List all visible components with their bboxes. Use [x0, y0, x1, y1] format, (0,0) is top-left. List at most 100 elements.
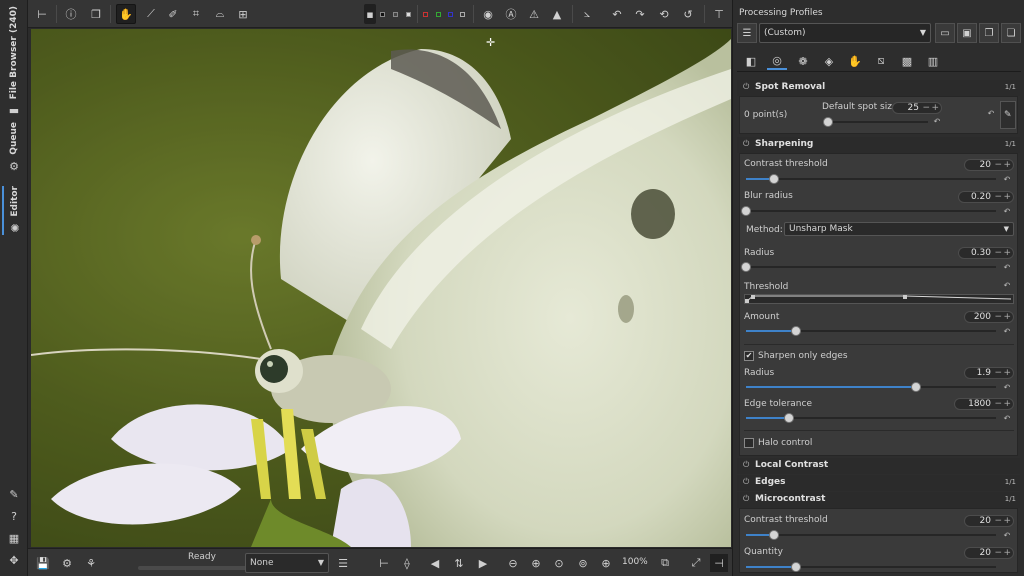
- edit-spots-button[interactable]: ✎: [1000, 101, 1016, 129]
- hand-icon[interactable]: ✋: [116, 4, 136, 24]
- tab-editor[interactable]: Editor ✺: [2, 186, 26, 235]
- power-icon[interactable]: ⏻: [743, 139, 749, 149]
- swatch-luminance[interactable]: [460, 12, 465, 17]
- plus-icon[interactable]: +: [1003, 160, 1011, 170]
- crop-icon[interactable]: ⌗: [186, 4, 206, 24]
- copy-profile-icon[interactable]: ⊢: [375, 554, 393, 572]
- advanced-tab-icon[interactable]: ◈: [819, 52, 839, 70]
- tools-scroll-area[interactable]: ⏻ Spot Removal 1/1 0 point(s) Default sp…: [737, 78, 1020, 573]
- reset-icon[interactable]: ↶: [1002, 383, 1012, 393]
- plus-icon[interactable]: +: [1003, 248, 1011, 258]
- power-icon[interactable]: ⏻: [743, 477, 749, 487]
- white-balance-picker-icon[interactable]: ⟋: [141, 4, 161, 24]
- profile-select[interactable]: (Custom) ▼: [759, 23, 931, 43]
- perspective-icon[interactable]: ⊞: [233, 4, 253, 24]
- info-icon[interactable]: ⓘ: [61, 4, 81, 24]
- minus-icon[interactable]: −: [994, 248, 1002, 258]
- reset-icon[interactable]: ↶: [1002, 531, 1012, 541]
- slider-thumb[interactable]: [911, 382, 921, 392]
- plus-icon[interactable]: +: [1003, 312, 1011, 322]
- minus-icon[interactable]: −: [994, 548, 1002, 558]
- detail-tab-icon[interactable]: ◎: [767, 52, 787, 70]
- zoom-out-icon[interactable]: ⊖: [504, 554, 522, 572]
- microcontrast-header[interactable]: ⏻ Microcontrast 1/1: [737, 492, 1020, 508]
- sync-arrows-icon[interactable]: ⇅: [450, 554, 468, 572]
- swatch-black[interactable]: [380, 12, 385, 17]
- hide-panel-icon[interactable]: ⊢: [32, 4, 52, 24]
- threshold-curve[interactable]: [744, 294, 1014, 304]
- minus-icon[interactable]: −: [922, 103, 930, 113]
- save-profile-icon[interactable]: ▣: [957, 23, 977, 43]
- swatch-dark[interactable]: [393, 12, 398, 17]
- slider-thumb[interactable]: [783, 413, 794, 423]
- color-picker-icon[interactable]: ✐: [163, 4, 183, 24]
- flip-icon[interactable]: ⟲: [654, 4, 674, 24]
- minus-icon[interactable]: −: [994, 516, 1002, 526]
- paste-profile-button-icon[interactable]: ❏: [1001, 23, 1021, 43]
- transform-tab-icon[interactable]: ✋: [845, 52, 865, 70]
- contrast-threshold-stepper[interactable]: 20 − +: [964, 159, 1014, 171]
- swatch-blue[interactable]: [448, 12, 453, 17]
- spot-size-stepper[interactable]: 25 − +: [892, 102, 942, 114]
- slider-thumb[interactable]: [741, 206, 751, 216]
- slider-thumb[interactable]: [741, 262, 751, 272]
- undo-icon[interactable]: ↺: [678, 4, 698, 24]
- edge-radius-slider[interactable]: [746, 382, 996, 392]
- plus-icon[interactable]: +: [931, 103, 939, 113]
- local-contrast-header[interactable]: ⏻ Local Contrast: [737, 458, 1020, 474]
- amount-stepper[interactable]: 200 − +: [964, 311, 1014, 323]
- preview-mode-select[interactable]: None ▼: [245, 553, 329, 573]
- fullscreen-icon[interactable]: ⤢: [687, 554, 705, 572]
- halo-control-checkbox[interactable]: [744, 438, 754, 448]
- profile-list-icon[interactable]: ☰: [737, 23, 757, 43]
- slider-thumb[interactable]: [768, 530, 779, 540]
- reset-icon[interactable]: ↶: [986, 109, 996, 119]
- bg-color-black[interactable]: ▪: [364, 4, 376, 24]
- rotate-left-icon[interactable]: ↶: [607, 4, 627, 24]
- slider-thumb[interactable]: [791, 326, 801, 336]
- spot-size-slider[interactable]: [823, 117, 928, 127]
- queue-add-icon[interactable]: ⚙: [58, 554, 76, 572]
- micro-contrast-threshold-stepper[interactable]: 20 − +: [964, 515, 1014, 527]
- zoom-100-icon[interactable]: ⊕: [597, 554, 615, 572]
- edges-header[interactable]: ⏻ Edges 1/1: [737, 475, 1020, 491]
- reset-icon[interactable]: ↶: [932, 117, 942, 127]
- rotate-right-icon[interactable]: ↷: [630, 4, 650, 24]
- clip-warning-icon[interactable]: ▲: [547, 4, 567, 24]
- image-preview[interactable]: ✛: [31, 29, 731, 547]
- slider-thumb[interactable]: [823, 117, 834, 127]
- radius-slider[interactable]: [741, 262, 996, 272]
- previous-image-icon[interactable]: ◀: [426, 554, 444, 572]
- sync-icon[interactable]: ☰: [334, 554, 352, 572]
- method-select[interactable]: Unsharp Mask ▼: [784, 222, 1014, 236]
- clip-shadows-icon[interactable]: Ⓐ: [501, 4, 521, 24]
- sharpen-edges-checkbox[interactable]: ✔: [744, 351, 754, 361]
- copy-profile-button-icon[interactable]: ❐: [979, 23, 999, 43]
- slider-thumb[interactable]: [791, 562, 801, 572]
- micro-contrast-threshold-slider[interactable]: [746, 530, 996, 540]
- tab-queue[interactable]: Queue ⚙: [2, 122, 26, 173]
- load-profile-icon[interactable]: ▭: [935, 23, 955, 43]
- move-icon[interactable]: ✥: [7, 554, 21, 568]
- transform-icon[interactable]: ⊤: [709, 4, 729, 24]
- swatch-red[interactable]: [423, 12, 428, 17]
- raw-tab-icon[interactable]: ⧅: [871, 52, 891, 70]
- blur-radius-slider[interactable]: [741, 206, 996, 216]
- reset-icon[interactable]: ↶: [1002, 263, 1012, 273]
- help-icon[interactable]: ?: [7, 510, 21, 524]
- plus-icon[interactable]: +: [1003, 516, 1011, 526]
- reset-icon[interactable]: ↶: [1002, 414, 1012, 424]
- plus-icon[interactable]: +: [1003, 192, 1011, 202]
- reset-icon[interactable]: ↶: [1002, 207, 1012, 217]
- contrast-threshold-slider[interactable]: [746, 174, 996, 184]
- edge-tolerance-slider[interactable]: [746, 413, 996, 423]
- minus-icon[interactable]: −: [994, 399, 1002, 409]
- plus-icon[interactable]: +: [1003, 548, 1011, 558]
- exposure-tab-icon[interactable]: ◧: [741, 52, 761, 70]
- plus-icon[interactable]: +: [1003, 399, 1011, 409]
- straighten-icon[interactable]: ⌓: [210, 4, 230, 24]
- shortcuts-icon[interactable]: ▦: [7, 532, 21, 546]
- sharpening-header[interactable]: ⏻ Sharpening 1/1: [737, 137, 1020, 153]
- minus-icon[interactable]: −: [994, 192, 1002, 202]
- quantity-stepper[interactable]: 20 − +: [964, 547, 1014, 559]
